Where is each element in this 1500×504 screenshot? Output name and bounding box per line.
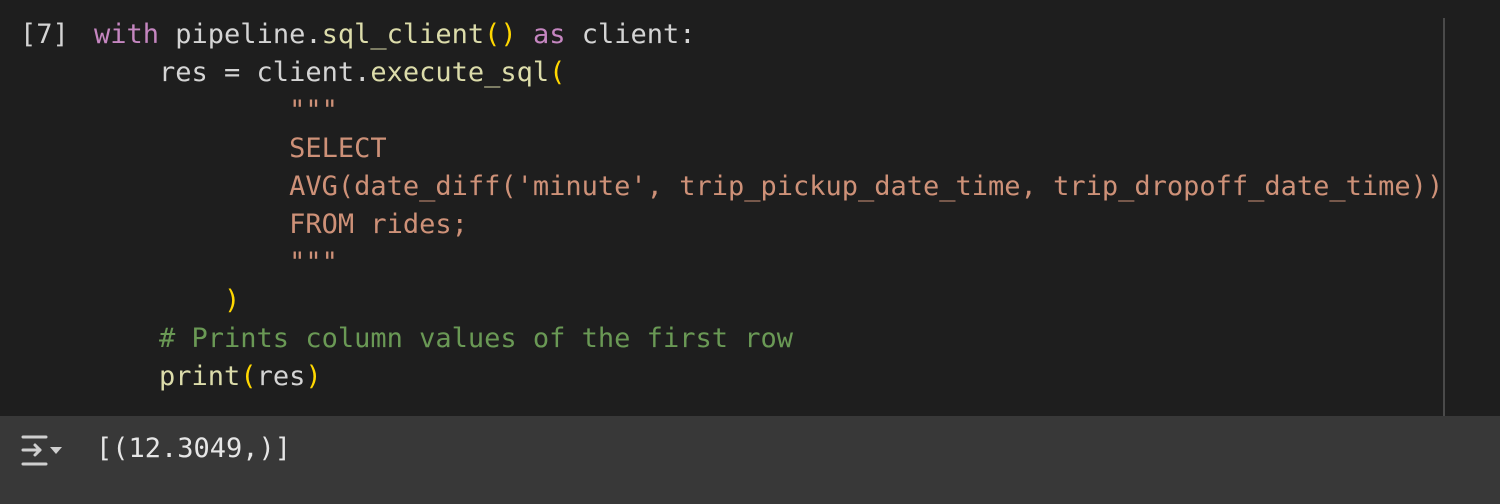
code-line-10[interactable]: print(res) — [94, 358, 322, 396]
code-line-7[interactable]: """ — [94, 244, 338, 282]
code-line-5[interactable]: AVG(date_diff('minute', trip_pickup_date… — [94, 168, 1443, 206]
code-editor[interactable]: [7] with pipeline.sql_client() as client… — [0, 0, 1500, 416]
code-token: pipeline. — [159, 19, 322, 50]
code-token: execute_sql — [370, 57, 550, 88]
code-line-3[interactable]: """ — [94, 92, 338, 130]
code-line-9[interactable]: # Prints column values of the first row — [94, 320, 793, 358]
code-line-1[interactable]: with pipeline.sql_client() as client: — [94, 16, 696, 54]
code-token: res — [256, 361, 306, 392]
code-token: with — [94, 19, 160, 50]
code-token: ) — [224, 285, 241, 316]
code-token: ) — [305, 361, 322, 392]
output-text: [(12.3049,)] — [96, 433, 292, 464]
code-token: sql_client — [321, 19, 485, 50]
code-token: as — [532, 19, 566, 50]
code-line-2[interactable]: res = client.execute_sql( — [94, 54, 565, 92]
editor-ruler-line — [1443, 18, 1445, 416]
code-token: print — [159, 361, 241, 392]
code-line-6[interactable]: FROM rides; — [94, 206, 468, 244]
notebook-code-cell[interactable]: [7] with pipeline.sql_client() as client… — [0, 0, 1500, 504]
code-token: client: — [565, 19, 696, 50]
execution-count: [7] — [20, 19, 69, 50]
code-token: res = client. — [94, 57, 371, 88]
code-token: """ — [94, 247, 338, 278]
code-token: # Prints column values of the first row — [94, 323, 793, 354]
code-line-4[interactable]: SELECT — [94, 130, 387, 168]
code-token: SELECT — [94, 133, 387, 164]
output-expand-icon[interactable] — [20, 433, 66, 469]
code-token: () — [484, 19, 517, 50]
code-line-8[interactable]: ) — [94, 282, 240, 320]
code-token: FROM rides; — [94, 209, 468, 240]
code-token: AVG(date_diff('minute', trip_pickup_date… — [94, 171, 1444, 202]
code-token: """ — [94, 95, 338, 126]
code-token: ( — [549, 57, 566, 88]
code-token: ( — [240, 361, 257, 392]
